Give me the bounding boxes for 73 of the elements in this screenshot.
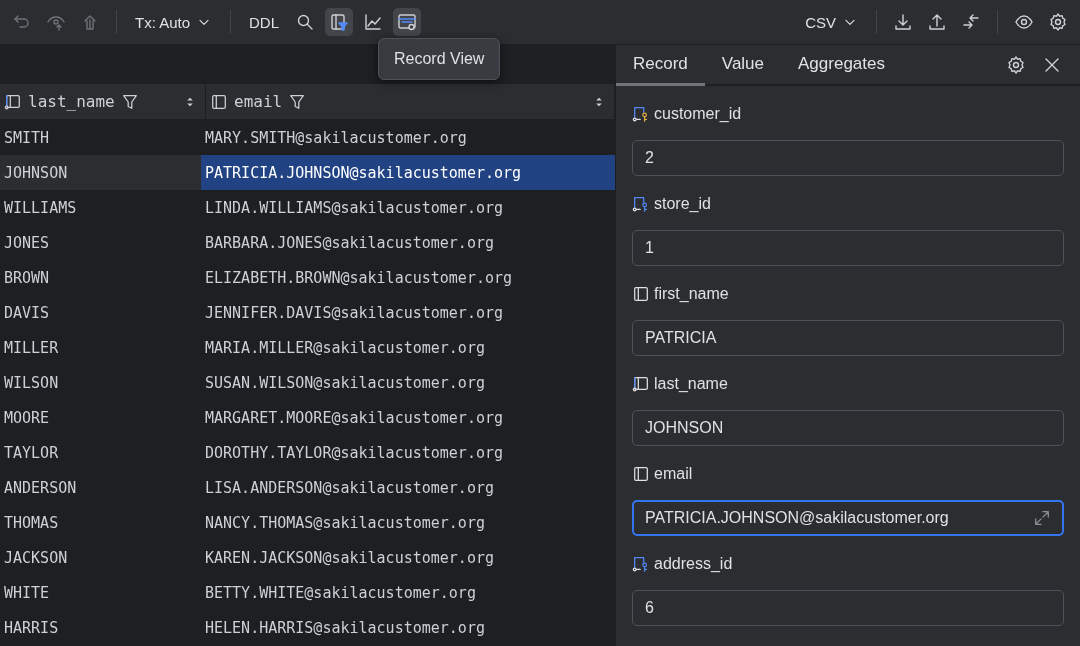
record-view-icon — [397, 12, 418, 32]
table-cell: PATRICIA.JOHNSON@sakilacustomer.org — [201, 155, 615, 190]
table-cell-text: JENNIFER.DAVIS@sakilacustomer.org — [204, 302, 504, 324]
eye-icon — [1014, 12, 1034, 32]
line-chart-icon — [363, 12, 384, 32]
expand-icon — [1033, 509, 1051, 527]
field-label: address_id — [654, 555, 733, 573]
field-label: email — [654, 465, 693, 483]
dropdown-button[interactable]: CSV — [799, 13, 864, 31]
table-cell-text: HELEN.HARRIS@sakilacustomer.org — [204, 617, 486, 639]
table-cell-text: BETTY.WHITE@sakilacustomer.org — [204, 582, 477, 604]
table-cell: JOHNSON — [0, 155, 201, 190]
table-cell-text: LINDA.WILLIAMS@sakilacustomer.org — [204, 197, 504, 219]
indexed-column-icon — [632, 375, 650, 393]
foreign-key-column-icon — [632, 555, 650, 573]
settings-icon — [1048, 12, 1068, 32]
column-icon — [632, 465, 650, 483]
panel-tab[interactable]: Aggregates — [781, 45, 902, 86]
dropdown-button[interactable]: Tx: Auto — [129, 13, 219, 31]
filter-button[interactable] — [325, 8, 354, 36]
field-label: last_name — [654, 375, 728, 393]
indexed-column-icon — [4, 92, 22, 111]
upload-icon — [927, 12, 947, 32]
table-cell-text: MILLER — [3, 337, 60, 359]
table-cell-text: LISA.ANDERSON@sakilacustomer.org — [204, 477, 495, 499]
column-icon — [210, 92, 228, 111]
table-cell-text: WILLIAMS — [3, 197, 78, 219]
table-cell-text: ANDERSON — [3, 477, 78, 499]
settings-icon — [1006, 54, 1026, 75]
field-label: first_name — [654, 285, 729, 303]
table-cell-text: JONES — [3, 232, 51, 254]
field-input[interactable]: PATRICIA — [632, 320, 1064, 356]
column-name: last_name — [28, 92, 115, 111]
field-input[interactable]: PATRICIA.JOHNSON@sakilacustomer.org — [632, 500, 1064, 536]
primary-key-column-icon — [632, 105, 650, 123]
table-cell-text: WILSON — [3, 372, 60, 394]
table-cell-text: BARBARA.JONES@sakilacustomer.org — [204, 232, 495, 254]
field-label: store_id — [654, 195, 711, 213]
column-header[interactable]: last_name — [0, 84, 206, 119]
field-input[interactable]: 2 — [632, 140, 1064, 176]
table-cell-text: MARIA.MILLER@sakilacustomer.org — [204, 337, 486, 359]
table-cell-text: TAYLOR — [3, 442, 60, 464]
field-input[interactable]: 6 — [632, 590, 1064, 626]
foreign-key-column-icon — [632, 195, 650, 213]
tooltip: Record View — [378, 38, 501, 80]
record-view-button[interactable] — [393, 8, 422, 36]
table-cell-text: DAVIS — [3, 302, 51, 324]
ddl-button[interactable]: DDL — [243, 13, 286, 31]
field-label: customer_id — [654, 105, 742, 123]
column-name: email — [234, 92, 283, 111]
table-cell-text: MARY.SMITH@sakilacustomer.org — [204, 127, 468, 149]
field-input[interactable]: JOHNSON — [632, 410, 1064, 446]
panel-tab[interactable]: Value — [704, 45, 782, 86]
table-cell-text: THOMAS — [3, 512, 60, 534]
table-cell-text: BROWN — [3, 267, 51, 289]
table-cell-text: KAREN.JACKSON@sakilacustomer.org — [204, 547, 495, 569]
field-input[interactable]: 1 — [632, 230, 1064, 266]
table-cell-text: NANCY.THOMAS@sakilacustomer.org — [204, 512, 486, 534]
table-cell-text: SUSAN.WILSON@sakilacustomer.org — [204, 372, 486, 394]
filter-icon — [329, 12, 350, 32]
table-cell-text: MOORE — [3, 407, 51, 429]
column-icon — [632, 285, 650, 303]
filter-icon — [120, 92, 139, 111]
table-cell-text: WHITE — [3, 582, 51, 604]
filter-icon — [288, 92, 307, 111]
panel-tab[interactable]: Record — [616, 45, 705, 86]
table-cell-text: DOROTHY.TAYLOR@sakilacustomer.org — [204, 442, 504, 464]
table-cell-text: MARGARET.MOORE@sakilacustomer.org — [204, 407, 504, 429]
table-cell-text: SMITH — [3, 127, 51, 149]
table-cell-text: JACKSON — [3, 547, 69, 569]
table-cell-text: ELIZABETH.BROWN@sakilacustomer.org — [204, 267, 514, 289]
download-icon — [893, 12, 913, 32]
table-cell-text: HARRIS — [3, 617, 60, 639]
